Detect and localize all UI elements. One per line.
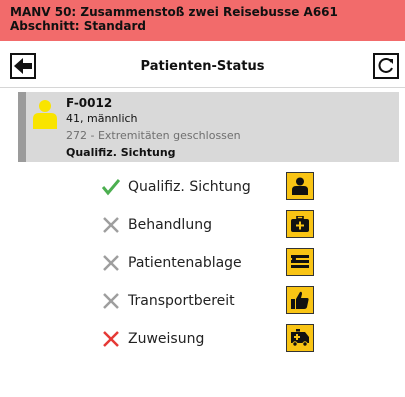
incident-header: MANV 50: Zusammenstoß zwei Reisebusse A6… <box>0 0 405 41</box>
patient-status: Qualifiz. Sichtung <box>66 146 176 159</box>
person-icon <box>292 177 308 195</box>
zuweisung-action-button[interactable] <box>286 324 314 352</box>
step-label: Transportbereit <box>128 293 235 309</box>
step-label: Behandlung <box>128 217 212 233</box>
step-behandlung: Behandlung <box>0 208 405 244</box>
transportbereit-action-button[interactable] <box>286 286 314 314</box>
step-transportbereit: Transportbereit <box>0 284 405 320</box>
step-qualifiz-sichtung: Qualifiz. Sichtung <box>0 170 405 206</box>
patientenablage-action-button[interactable] <box>286 248 314 276</box>
section-label: Abschnitt: Standard <box>10 19 146 33</box>
incident-title: MANV 50: Zusammenstoß zwei Reisebusse A6… <box>10 5 338 19</box>
ambulance-icon <box>291 329 309 347</box>
page-title: Patienten-Status <box>140 59 265 74</box>
patient-avatar-icon <box>33 100 57 129</box>
cross-icon <box>103 217 119 233</box>
step-zuweisung: Zuweisung <box>0 322 405 358</box>
cross-icon <box>103 255 119 271</box>
patient-age-sex: 41, männlich <box>66 112 138 125</box>
cross-icon <box>103 293 119 309</box>
refresh-icon <box>378 57 393 73</box>
stretcher-icon <box>291 255 309 268</box>
step-label: Patientenablage <box>128 255 242 271</box>
step-patientenablage: Patientenablage <box>0 246 405 282</box>
step-label: Zuweisung <box>128 331 205 347</box>
cross-icon <box>103 331 119 347</box>
checkmark-icon <box>102 179 120 196</box>
navigation-bar: Patienten-Status <box>0 41 405 88</box>
sichtung-action-button[interactable] <box>286 172 314 200</box>
behandlung-action-button[interactable] <box>286 210 314 238</box>
thumbs-up-icon <box>291 291 309 309</box>
medkit-icon <box>291 216 309 232</box>
patient-card: F-0012 41, männlich 272 - Extremitäten g… <box>18 92 399 162</box>
patient-id: F-0012 <box>66 96 113 110</box>
refresh-button[interactable] <box>373 53 399 79</box>
patient-diagnosis-code: 272 - Extremitäten geschlossen <box>66 129 241 142</box>
step-label: Qualifiz. Sichtung <box>128 179 251 195</box>
